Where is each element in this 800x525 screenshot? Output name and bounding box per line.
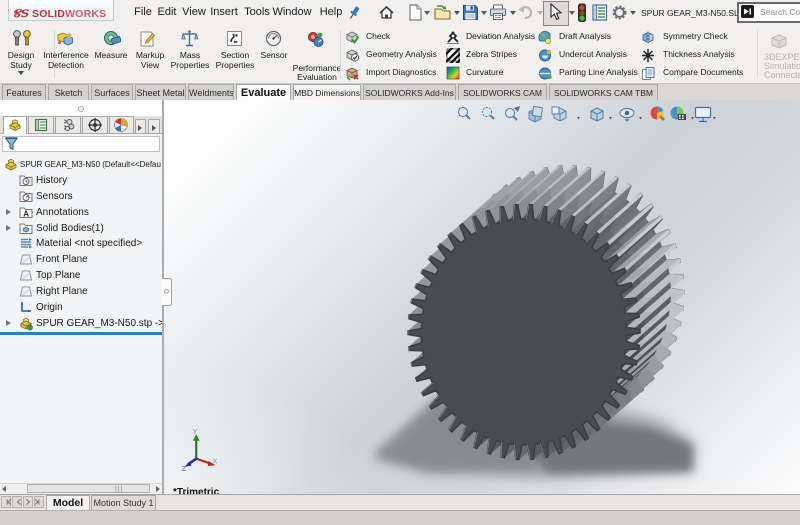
svg-text:Z: Z	[182, 464, 187, 471]
svg-text:SOLIDWORKS: SOLIDWORKS	[32, 8, 106, 20]
svg-text:X: X	[212, 456, 217, 465]
svg-text:Y: Y	[192, 427, 197, 436]
svg-text:A: A	[23, 209, 29, 218]
